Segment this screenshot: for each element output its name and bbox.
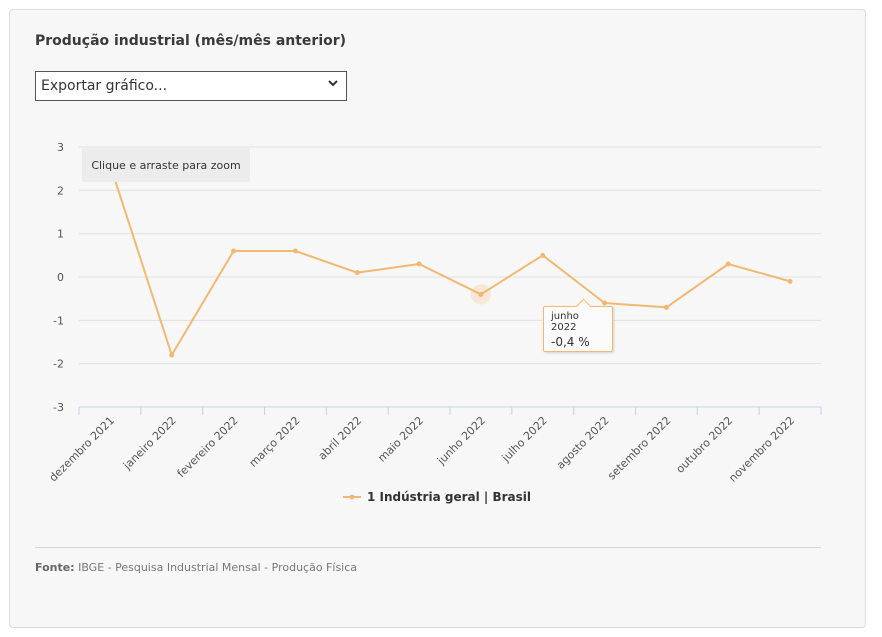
series-line [108, 164, 791, 356]
data-point [292, 248, 298, 254]
source-text: IBGE - Pesquisa Industrial Mensal - Prod… [78, 561, 358, 574]
x-tick-label: julho 2022 [499, 414, 550, 465]
legend-label: 1 Indústria geral | Brasil [367, 490, 531, 504]
tooltip-value: -0,4 % [551, 335, 590, 349]
x-tick-label: setembro 2022 [605, 414, 673, 482]
x-tick-label: abril 2022 [316, 414, 365, 463]
data-point [725, 261, 731, 267]
legend-line-marker [343, 494, 361, 500]
y-tick-label: 2 [57, 184, 64, 197]
x-tick-label: março 2022 [247, 414, 303, 470]
y-tick-label: 3 [57, 141, 64, 154]
data-point [602, 300, 608, 306]
zoom-hint-text: Clique e arraste para zoom [91, 158, 241, 172]
x-tick-label: fevereiro 2022 [175, 414, 241, 480]
x-tick-label: janeiro 2022 [120, 414, 179, 473]
data-tooltip: junho 2022 -0,4 % [543, 298, 613, 352]
data-point [787, 278, 793, 284]
data-point [354, 270, 360, 276]
y-tick-label: 1 [57, 228, 64, 241]
source-label: Fonte: [35, 561, 75, 574]
y-tick-label: 0 [57, 271, 64, 284]
y-tick-label: -2 [53, 358, 64, 371]
source-note: Fonte: IBGE - Pesquisa Industrial Mensal… [35, 561, 357, 574]
footer-divider [35, 547, 821, 548]
data-point [663, 304, 669, 310]
x-tick-label: junho 2022 [434, 414, 488, 468]
x-tick-label: agosto 2022 [554, 414, 612, 472]
y-tick-label: -1 [53, 314, 64, 327]
tooltip-date: junho 2022 [551, 311, 579, 333]
data-point [231, 248, 237, 254]
x-tick-label: outubro 2022 [674, 414, 736, 476]
x-tick-label: maio 2022 [375, 414, 426, 465]
x-tick-label: novembro 2022 [726, 414, 797, 485]
data-point [478, 291, 484, 297]
data-point [169, 352, 175, 358]
x-tick-label: dezembro 2021 [47, 414, 117, 484]
y-tick-label: -3 [53, 401, 64, 414]
data-point [540, 252, 546, 258]
zoom-hint: Clique e arraste para zoom [82, 148, 250, 182]
line-chart[interactable]: 3 2 1 0 -1 -2 -3dezembro 2021 janeiro 2022fever… [0, 0, 882, 637]
legend-item[interactable]: 1 Indústria geral | Brasil [343, 490, 531, 504]
data-point [416, 261, 422, 267]
